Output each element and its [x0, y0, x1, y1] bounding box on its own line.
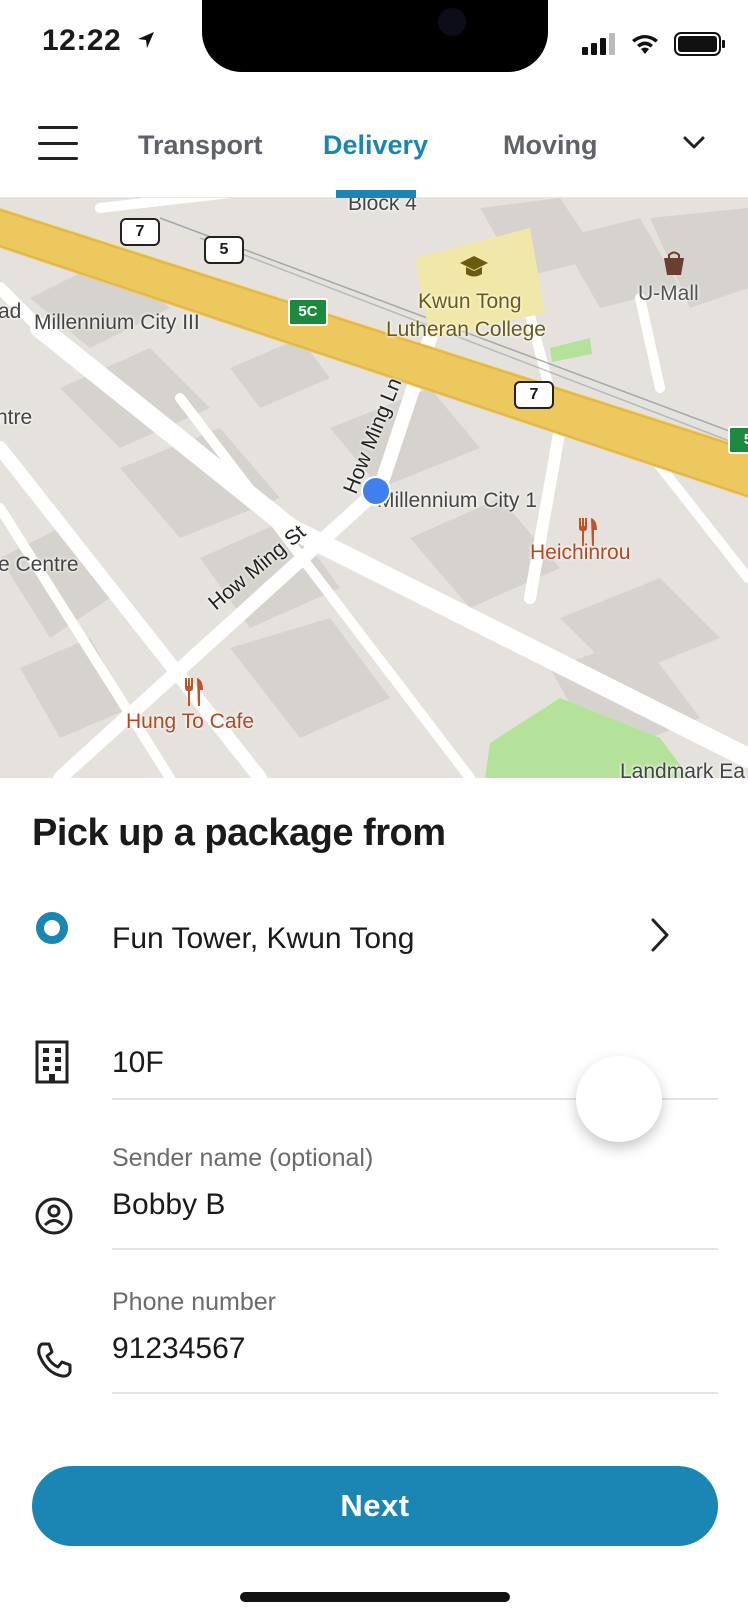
cellular-signal-icon: [582, 33, 616, 60]
map-label-lutheran-college: Lutheran College: [386, 318, 546, 341]
pickup-address: Fun Tower, Kwun Tong: [112, 922, 415, 955]
battery-icon: [674, 32, 726, 61]
pickup-sheet: Pick up a package from Fun Tower, Kwun T…: [0, 778, 748, 1620]
map-label-landmark: Landmark Ea: [620, 760, 745, 778]
map-label-hung-to-cafe: Hung To Cafe: [126, 710, 255, 733]
chevron-right-icon[interactable]: [648, 916, 672, 959]
phone-number-value[interactable]: 91234567: [112, 1332, 245, 1366]
clock-time: 12:22: [42, 24, 122, 57]
hamburger-menu-icon[interactable]: [38, 126, 78, 160]
map-label-millennium-city-1: Millennium City 1: [377, 489, 537, 512]
camera-icon: [438, 8, 466, 36]
service-tabs: Transport Delivery Moving: [0, 92, 748, 198]
sender-name-value[interactable]: Bobby B: [112, 1188, 225, 1222]
device-notch: [202, 0, 548, 72]
sender-name-field[interactable]: Sender name (optional) Bobby B: [112, 1138, 718, 1250]
route-5-shield: 5: [204, 236, 244, 264]
status-bar: 12:22: [0, 0, 748, 92]
clock: 12:22: [42, 24, 156, 58]
map-label-heichinrou: Heichinrou: [530, 541, 631, 564]
floor-value[interactable]: 10F: [112, 1046, 164, 1080]
pickup-pin-icon: [34, 910, 70, 951]
wifi-icon: [630, 33, 660, 60]
sender-name-label: Sender name (optional): [112, 1144, 374, 1172]
building-icon: [34, 1040, 70, 1089]
map-label-ad: ad: [0, 300, 22, 323]
tab-moving[interactable]: Moving: [503, 130, 598, 161]
map-label-block4: Block 4: [348, 198, 417, 215]
system-icons: [582, 32, 726, 61]
sender-row: Sender name (optional) Bobby B: [0, 1138, 748, 1250]
map-view[interactable]: Block 4 U-Mall Kwun Tong Lutheran Colleg…: [0, 198, 748, 778]
map-label-millennium-city-3: Millennium City III: [34, 311, 200, 334]
map-label-ntre: ntre: [0, 406, 33, 429]
route-7-shield: 7: [514, 381, 554, 409]
pickup-address-row[interactable]: Fun Tower, Kwun Tong: [0, 888, 748, 988]
map-label-umall: U-Mall: [638, 282, 699, 305]
location-arrow-icon: [136, 24, 156, 58]
exit-5c-shield: 5C: [288, 298, 328, 326]
phone-number-field[interactable]: Phone number 91234567: [112, 1282, 718, 1394]
exit-shield: 5: [728, 426, 748, 454]
tab-transport[interactable]: Transport: [138, 130, 263, 161]
phone-number-label: Phone number: [112, 1288, 277, 1316]
sheet-title: Pick up a package from: [32, 812, 446, 854]
touch-indicator: [576, 1056, 662, 1142]
user-circle-icon: [34, 1196, 74, 1241]
home-indicator[interactable]: [240, 1592, 510, 1602]
route-7-shield: 7: [120, 218, 160, 246]
phone-row: Phone number 91234567: [0, 1282, 748, 1394]
next-button[interactable]: Next: [32, 1466, 718, 1546]
tab-delivery[interactable]: Delivery: [323, 130, 428, 161]
active-tab-indicator: [336, 190, 416, 198]
current-location-marker: [361, 476, 391, 506]
map-label-e-centre: e Centre: [0, 553, 79, 576]
chevron-down-icon[interactable]: [680, 130, 708, 154]
map-label-kwun-tong: Kwun Tong: [418, 290, 522, 313]
phone-icon: [34, 1340, 74, 1385]
